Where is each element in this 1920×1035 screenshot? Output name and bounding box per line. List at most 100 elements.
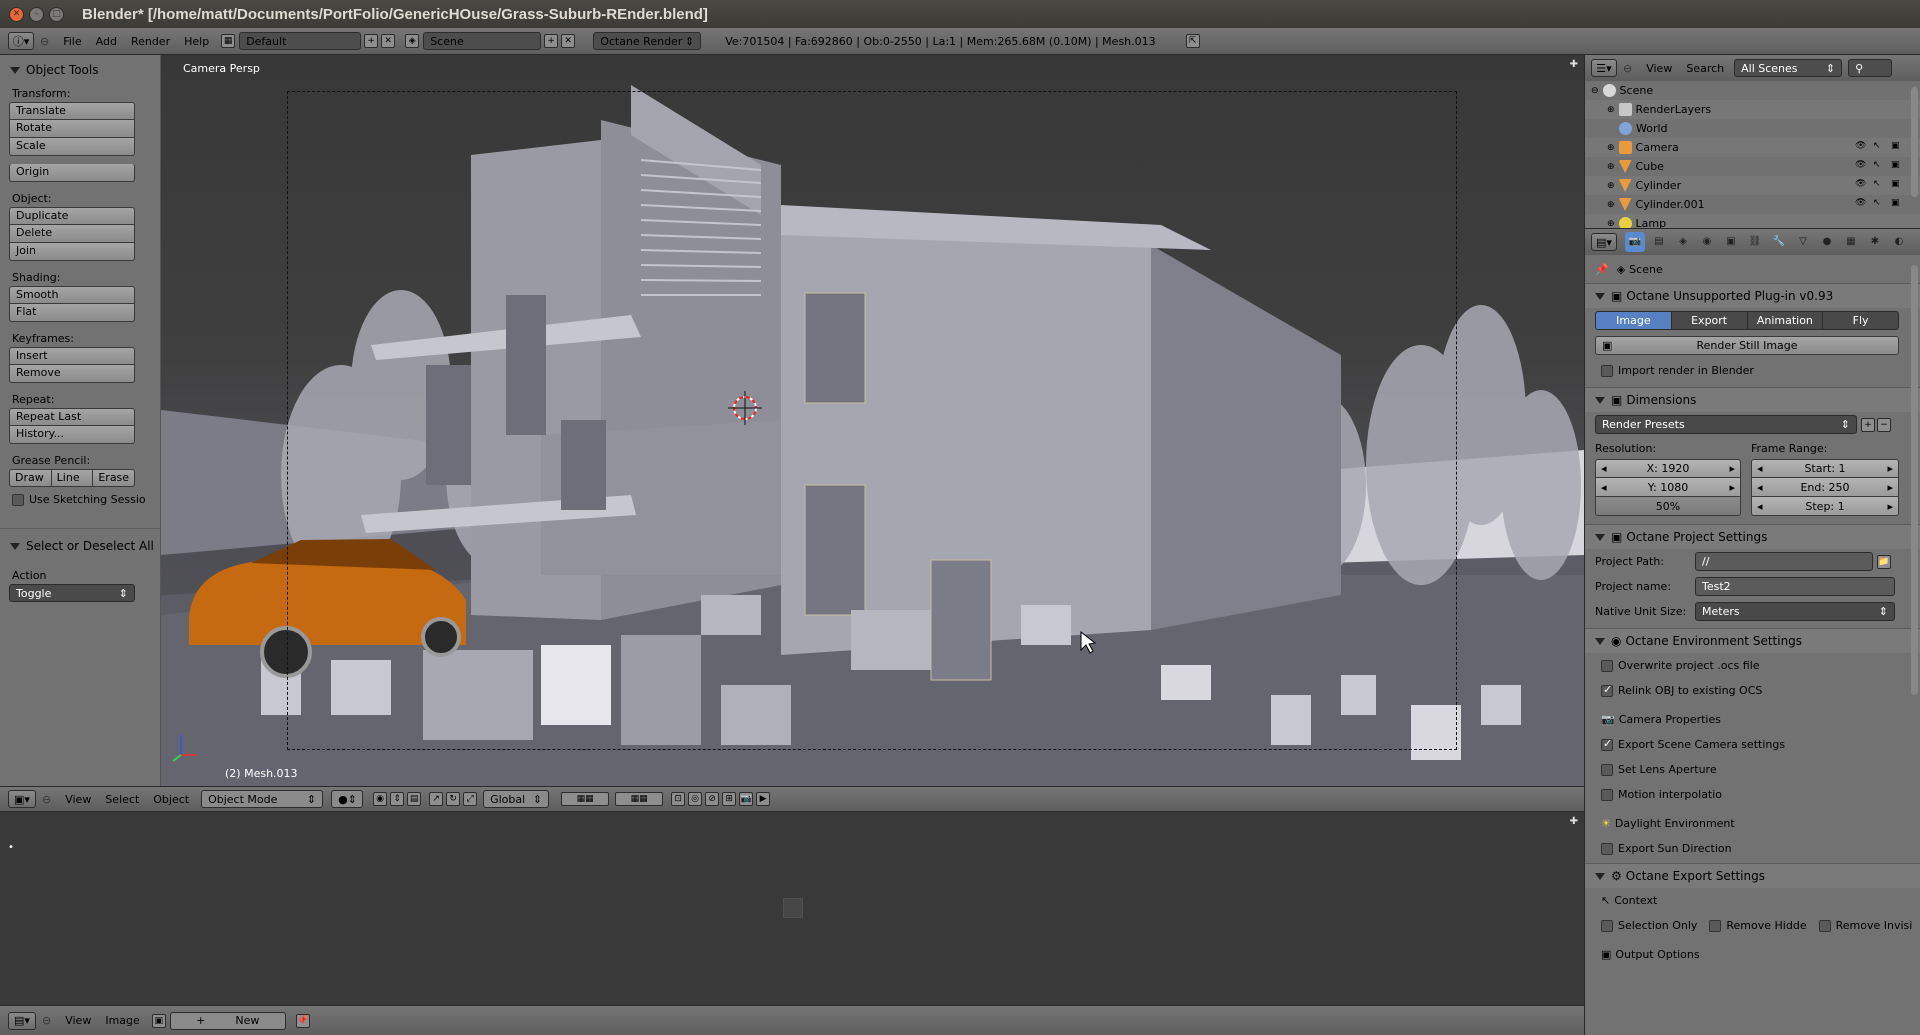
relink-row[interactable]: Relink OBJ to existing OCS <box>1585 678 1920 703</box>
render-camera-icon[interactable]: ▣ <box>1891 179 1902 190</box>
overwrite-checkbox[interactable] <box>1601 659 1613 672</box>
3d-viewport[interactable]: Camera Persp (2) Mesh.013 ✚ <box>161 55 1584 786</box>
collapse-menu-icon[interactable]: ⊖ <box>42 1014 51 1027</box>
remove-invisible-checkbox[interactable] <box>1818 919 1831 932</box>
line-button[interactable]: Line <box>51 469 94 487</box>
add-scene-icon[interactable]: + <box>544 34 559 48</box>
outliner-row[interactable]: ⊕ Cube 👁 ↖ ▣ <box>1585 157 1920 176</box>
editor-type-image-icon[interactable]: ▤▾ <box>8 1011 36 1030</box>
scene-field[interactable]: Scene <box>423 32 542 50</box>
remove-layout-icon[interactable]: ✕ <box>381 34 396 48</box>
transform-orientation-dropdown[interactable]: Global ⇕ <box>483 790 550 808</box>
remove-keyframe-button[interactable]: Remove <box>9 365 135 383</box>
resolution-percentage-slider[interactable]: 50% <box>1595 497 1741 516</box>
motion-row[interactable]: Motion interpolatio <box>1585 782 1920 807</box>
import-render-row[interactable]: Import render in Blender <box>1585 358 1920 383</box>
menu-image[interactable]: Image <box>105 1014 139 1027</box>
smooth-button[interactable]: Smooth <box>9 286 135 304</box>
expand-icon[interactable]: ⊕ <box>1607 143 1615 153</box>
sketching-checkbox[interactable] <box>12 494 24 506</box>
menu-render[interactable]: Render <box>131 35 170 48</box>
translate-button[interactable]: Translate <box>9 102 135 120</box>
selection-only-checkbox[interactable] <box>1601 919 1613 932</box>
outliner-search-field[interactable]: ⚲ <box>1848 59 1893 77</box>
outliner-scrollbar[interactable] <box>1911 87 1918 197</box>
outliner-row[interactable]: ⊕ Cylinder.001 👁 ↖ ▣ <box>1585 195 1920 214</box>
split-area-icon[interactable]: ✚ <box>1570 59 1578 70</box>
editor-type-properties-icon[interactable]: ▤▾ <box>1591 233 1617 251</box>
image-editor[interactable]: • ✚ <box>0 812 1584 1010</box>
action-dropdown[interactable]: Toggle ⇕ <box>9 584 135 602</box>
set-lens-checkbox[interactable] <box>1601 763 1613 776</box>
render-engine-dropdown[interactable]: Octane Render ⇕ <box>593 32 702 50</box>
maximize-window-button[interactable]: □ <box>49 6 64 22</box>
render-layers-tab-icon[interactable]: ▤ <box>1649 232 1669 252</box>
menu-select[interactable]: Select <box>105 793 139 806</box>
render-still-image-button[interactable]: ▣ Render Still Image <box>1595 336 1899 355</box>
physics-tab-icon[interactable]: ◐ <box>1889 232 1909 252</box>
expand-icon[interactable]: ⊕ <box>1607 200 1615 210</box>
editor-type-3d-icon[interactable]: ▣▾ <box>8 790 36 808</box>
collapse-menu-icon[interactable]: ⊖ <box>42 793 51 806</box>
rotate-manipulator-icon[interactable]: ↻ <box>446 792 461 806</box>
render-preview-icon[interactable]: 📷 <box>739 792 754 806</box>
remove-scene-icon[interactable]: ✕ <box>561 34 576 48</box>
repeat-last-button[interactable]: Repeat Last <box>9 408 135 426</box>
layers-grid-2-icon[interactable]: ▦▦ <box>615 792 664 806</box>
project-path-field[interactable]: // <box>1695 552 1873 571</box>
overwrite-row[interactable]: Overwrite project .ocs file <box>1585 653 1920 678</box>
mode-dropdown[interactable]: Object Mode ⇕ <box>201 790 324 808</box>
material-tab-icon[interactable]: ● <box>1817 232 1837 252</box>
layer-lock-icon[interactable]: ⊡ <box>671 792 686 806</box>
proportional-edit-icon[interactable]: ◎ <box>688 792 703 806</box>
menu-view[interactable]: View <box>65 793 91 806</box>
origin-button[interactable]: Origin <box>9 164 135 182</box>
pin-icon[interactable]: 📌 <box>1595 263 1609 276</box>
render-camera-icon[interactable]: ▣ <box>1891 141 1902 152</box>
object-tab-icon[interactable]: ▣ <box>1721 232 1741 252</box>
expand-icon[interactable]: ⊕ <box>1607 105 1615 115</box>
screen-layout-icon[interactable]: ▦ <box>221 34 236 48</box>
render-presets-dropdown[interactable]: Render Presets ⇕ <box>1595 415 1857 434</box>
tab-image[interactable]: Image <box>1595 311 1672 330</box>
operator-panel-header[interactable]: Select or Deselect All <box>0 529 160 553</box>
expand-icon[interactable]: ⊕ <box>1607 162 1615 172</box>
scene-tab-icon[interactable]: ◈ <box>1673 232 1693 252</box>
remove-preset-icon[interactable]: − <box>1877 417 1891 432</box>
join-button[interactable]: Join <box>9 243 135 261</box>
tab-fly[interactable]: Fly <box>1823 311 1899 330</box>
scale-button[interactable]: Scale <box>9 138 135 156</box>
close-window-button[interactable]: ✕ <box>9 6 24 22</box>
selectable-cursor-icon[interactable]: ↖ <box>1873 141 1884 152</box>
environment-panel-header[interactable]: ◉ Octane Environment Settings <box>1585 628 1920 653</box>
flat-button[interactable]: Flat <box>9 304 135 322</box>
relink-checkbox[interactable] <box>1601 683 1613 697</box>
collapse-menu-icon[interactable]: ⊖ <box>40 35 49 48</box>
render-camera-icon[interactable]: ▣ <box>1891 198 1902 209</box>
outliner-row[interactable]: ⊕ Cylinder 👁 ↖ ▣ <box>1585 176 1920 195</box>
new-image-button[interactable]: + New <box>169 1011 286 1030</box>
texture-tab-icon[interactable]: ▦ <box>1841 232 1861 252</box>
selectable-cursor-icon[interactable]: ↖ <box>1873 160 1884 171</box>
lasso-icon[interactable]: ▤ <box>407 792 422 806</box>
delete-button[interactable]: Delete <box>9 225 135 243</box>
snap-toggle-icon[interactable]: ⊘ <box>705 792 720 806</box>
resolution-y-field[interactable]: ◂ Y: 1080 ▸ <box>1595 478 1741 497</box>
plugin-panel-header[interactable]: ▣ Octane Unsupported Plug-in v0.93 <box>1585 283 1920 308</box>
visibility-eye-icon[interactable]: 👁 <box>1855 198 1866 209</box>
expand-icon[interactable]: ⊖ <box>1591 86 1599 96</box>
import-render-checkbox[interactable] <box>1601 364 1613 377</box>
unit-size-dropdown[interactable]: Meters ⇕ <box>1695 602 1895 621</box>
duplicate-button[interactable]: Duplicate <box>9 207 135 225</box>
sketching-session-row[interactable]: Use Sketching Sessio <box>0 487 160 506</box>
rotate-button[interactable]: Rotate <box>9 120 135 138</box>
folder-browse-icon[interactable]: 📁 <box>1877 554 1891 569</box>
data-tab-icon[interactable]: ▽ <box>1793 232 1813 252</box>
resolution-x-field[interactable]: ◂ X: 1920 ▸ <box>1595 459 1741 478</box>
selectable-cursor-icon[interactable]: ↖ <box>1873 179 1884 190</box>
visibility-eye-icon[interactable]: 👁 <box>1855 179 1866 190</box>
remove-hidden-checkbox[interactable] <box>1709 919 1722 932</box>
add-layout-icon[interactable]: + <box>364 34 379 48</box>
insert-keyframe-button[interactable]: Insert <box>9 347 135 365</box>
render-animation-icon[interactable]: ▶ <box>756 792 771 806</box>
